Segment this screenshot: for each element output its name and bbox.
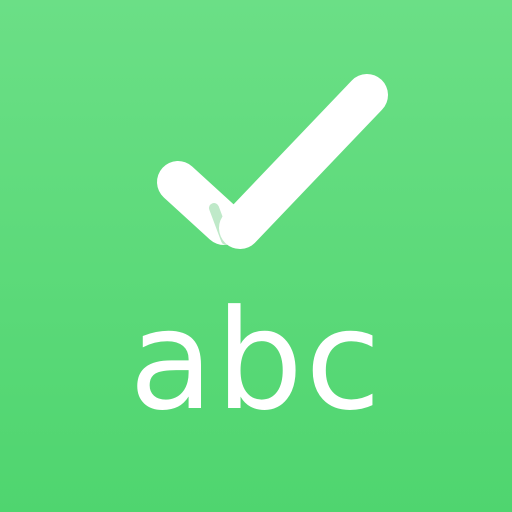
icon-word: abc bbox=[128, 280, 384, 441]
app-icon: abc bbox=[0, 0, 512, 512]
